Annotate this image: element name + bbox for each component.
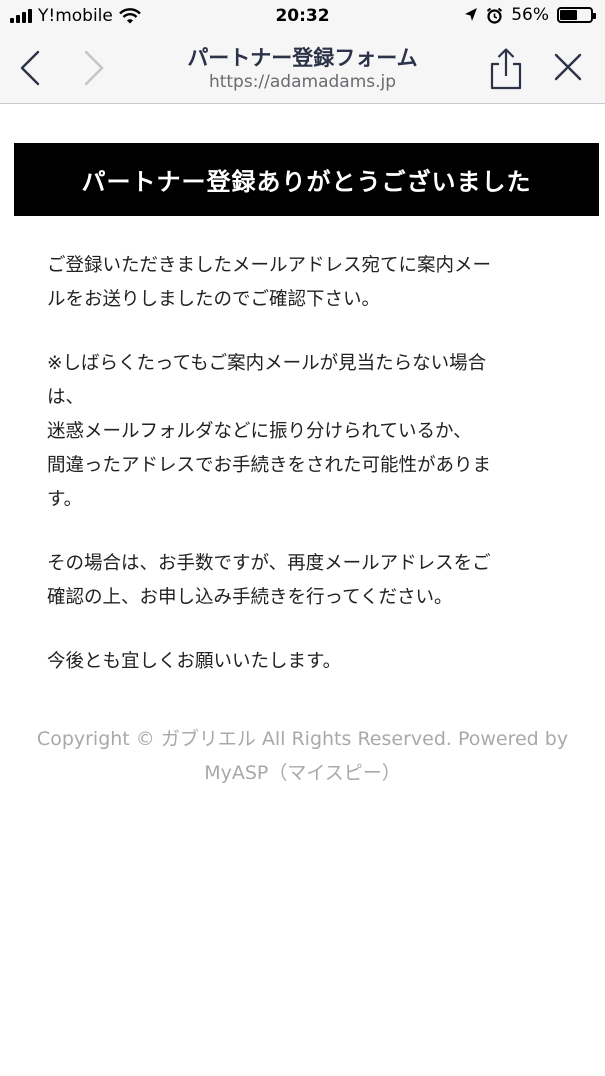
battery-percent: 56% bbox=[511, 5, 549, 25]
alarm-icon bbox=[487, 7, 503, 24]
message-paragraph-3: その場合は、お手数ですが、再度メールアドレスをご 確認の上、お申し込み手続きを行… bbox=[47, 547, 567, 615]
back-button[interactable] bbox=[12, 46, 52, 90]
message-line: ルをお送りしましたのでご確認下さい。 bbox=[47, 289, 381, 310]
copyright-footer: Copyright © ガブリエル All Rights Reserved. P… bbox=[0, 722, 605, 790]
battery-icon bbox=[557, 7, 596, 23]
message-line: ※しばらくたってもご案内メールが見当たらない場合 bbox=[47, 353, 487, 374]
close-icon bbox=[554, 53, 582, 81]
message-paragraph-4: 今後とも宜しくお願いいたします。 bbox=[47, 645, 567, 679]
share-button[interactable] bbox=[486, 46, 526, 90]
message-line: す。 bbox=[47, 489, 83, 510]
message-line: その場合は、お手数ですが、再度メールアドレスをご bbox=[47, 553, 491, 574]
battery-level bbox=[560, 10, 577, 20]
status-right: 56% bbox=[464, 5, 596, 25]
thank-you-banner: パートナー登録ありがとうございました bbox=[14, 143, 599, 216]
share-icon bbox=[490, 48, 522, 90]
close-button[interactable] bbox=[548, 46, 588, 90]
forward-button[interactable] bbox=[72, 46, 112, 90]
page-title: パートナー登録フォーム bbox=[187, 46, 418, 70]
message-line: は、 bbox=[47, 387, 85, 408]
message-line: ご登録いただきましたメールアドレス宛てに案内メー bbox=[47, 255, 492, 276]
message-line: 迷惑メールフォルダなどに振り分けられているか、 bbox=[47, 421, 472, 442]
message-paragraph-2: ※しばらくたってもご案内メールが見当たらない場合 は、 迷惑メールフォルダなどに… bbox=[47, 347, 567, 517]
browser-header: パートナー登録フォーム https://adamadams.jp bbox=[0, 34, 605, 104]
forward-icon bbox=[84, 50, 104, 86]
page-url[interactable]: https://adamadams.jp bbox=[120, 72, 485, 92]
message-line: 今後とも宜しくお願いいたします。 bbox=[47, 651, 342, 672]
message-line: 間違ったアドレスでお手続きをされた可能性がありま bbox=[47, 455, 492, 476]
status-bar: Y!mobile 20:32 56% bbox=[0, 0, 605, 34]
copyright-line: Copyright © ガブリエル All Rights Reserved. P… bbox=[36, 728, 569, 750]
back-icon bbox=[20, 50, 40, 86]
message-body: ご登録いただきましたメールアドレス宛てに案内メー ルをお送りしましたのでご確認下… bbox=[47, 249, 567, 709]
message-line: 確認の上、お申し込み手続きを行ってください。 bbox=[47, 587, 453, 608]
powered-by-line[interactable]: MyASP（マイスピー） bbox=[0, 756, 605, 790]
message-paragraph-1: ご登録いただきましたメールアドレス宛てに案内メー ルをお送りしましたのでご確認下… bbox=[47, 249, 567, 317]
location-arrow-icon bbox=[465, 8, 478, 21]
